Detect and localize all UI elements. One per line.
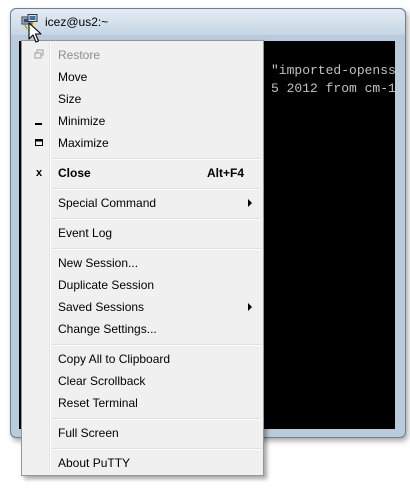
menu-item-new-session[interactable]: New Session... xyxy=(24,252,261,274)
menu-item-size[interactable]: Size xyxy=(24,88,261,110)
close-x-icon: x xyxy=(35,167,43,179)
menu-item-label: Change Settings... xyxy=(58,322,157,336)
menu-separator xyxy=(52,248,261,250)
menu-separator xyxy=(52,188,261,190)
menu-item-label: Maximize xyxy=(58,136,109,150)
menu-separator xyxy=(52,344,261,346)
menu-item-label: Minimize xyxy=(58,114,106,128)
menu-separator xyxy=(52,448,261,450)
menu-item-special-command[interactable]: Special Command xyxy=(24,192,261,214)
chevron-right-icon xyxy=(248,303,252,311)
menu-item-copy-all[interactable]: Copy All to Clipboard xyxy=(24,348,261,370)
title-bar[interactable]: icez@us2:~ xyxy=(11,9,405,35)
terminal-line: "imported-openss xyxy=(271,63,395,78)
restore-icon xyxy=(34,49,44,61)
menu-item-restore[interactable]: Restore xyxy=(24,44,261,66)
menu-item-label: New Session... xyxy=(58,256,139,270)
menu-item-label: Size xyxy=(58,92,82,106)
menu-item-maximize[interactable]: Maximize xyxy=(24,132,261,154)
menu-item-reset-terminal[interactable]: Reset Terminal xyxy=(24,392,261,414)
menu-item-minimize[interactable]: Minimize xyxy=(24,110,261,132)
system-menu: Restore Move Size Minimize Maximize x Cl… xyxy=(21,40,264,476)
minimize-icon xyxy=(34,115,44,127)
menu-item-change-settings[interactable]: Change Settings... xyxy=(24,318,261,340)
close-shortcut: Alt+F4 xyxy=(206,166,244,180)
window-title: icez@us2:~ xyxy=(45,15,109,29)
menu-item-label: Duplicate Session xyxy=(58,278,155,292)
menu-item-about[interactable]: About PuTTY xyxy=(24,452,261,474)
menu-item-label: About PuTTY xyxy=(58,456,131,470)
chevron-right-icon xyxy=(248,199,252,207)
menu-item-saved-sessions[interactable]: Saved Sessions xyxy=(24,296,261,318)
terminal-line: 5 2012 from cm-11 xyxy=(271,81,395,96)
mouse-pointer-icon xyxy=(28,22,42,44)
menu-item-label: Restore xyxy=(58,48,101,62)
menu-item-label: Move xyxy=(58,70,88,84)
menu-item-label: Reset Terminal xyxy=(58,396,138,410)
menu-item-duplicate-session[interactable]: Duplicate Session xyxy=(24,274,261,296)
screenshot-frame: icez@us2:~ "imported-openss 5 2012 from … xyxy=(0,0,410,496)
menu-item-label: Clear Scrollback xyxy=(58,374,146,388)
menu-item-label: Copy All to Clipboard xyxy=(58,352,171,366)
menu-separator xyxy=(52,158,261,160)
menu-item-move[interactable]: Move xyxy=(24,66,261,88)
maximize-icon xyxy=(34,137,44,149)
menu-item-clear-scrollback[interactable]: Clear Scrollback xyxy=(24,370,261,392)
menu-item-label: Close xyxy=(58,166,91,180)
menu-separator xyxy=(52,218,261,220)
menu-item-full-screen[interactable]: Full Screen xyxy=(24,422,261,444)
menu-item-close[interactable]: x Close Alt+F4 xyxy=(24,162,261,184)
menu-item-event-log[interactable]: Event Log xyxy=(24,222,261,244)
menu-item-label: Full Screen xyxy=(58,426,119,440)
menu-separator xyxy=(52,418,261,420)
menu-item-label: Saved Sessions xyxy=(58,300,145,314)
menu-item-label: Event Log xyxy=(58,226,113,240)
menu-item-label: Special Command xyxy=(58,196,157,210)
